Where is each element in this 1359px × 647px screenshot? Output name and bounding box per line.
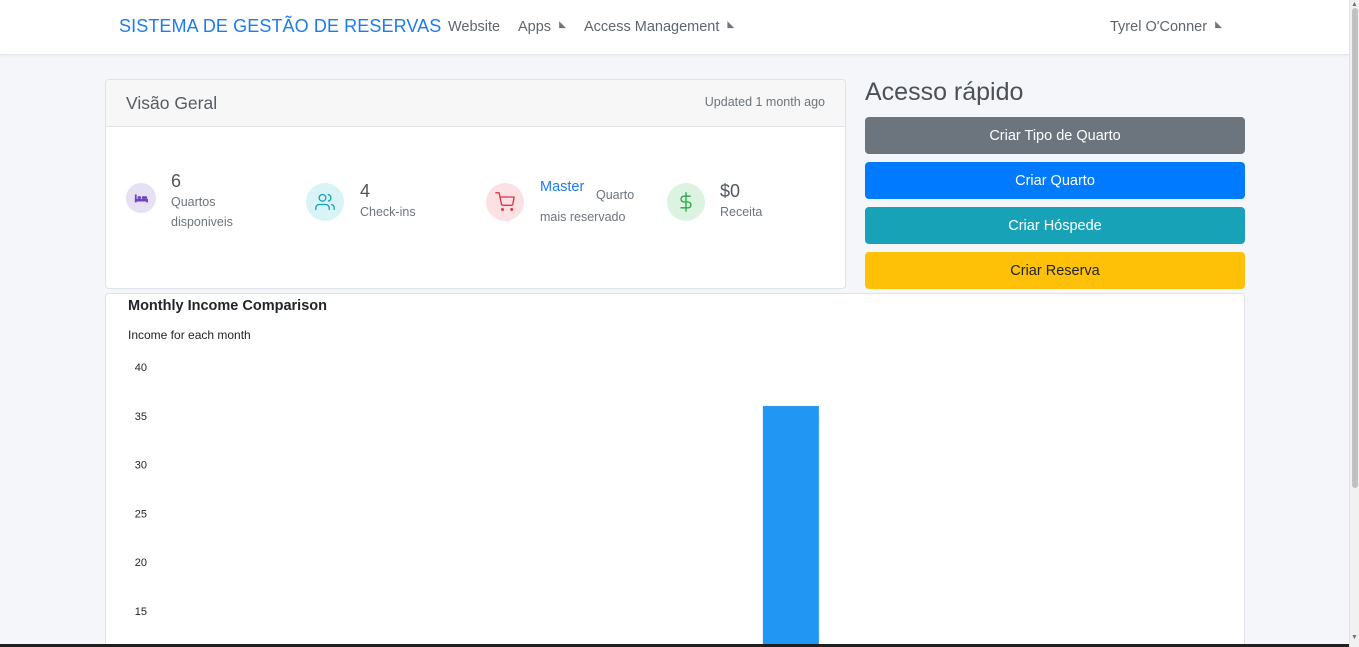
dropdown-caret-icon: ◣: [1215, 19, 1222, 29]
y-tick-label: 30: [135, 460, 147, 472]
income-bar[interactable]: [762, 406, 819, 647]
users-icon: [306, 183, 344, 221]
overview-card-header: Visão Geral Updated 1 month ago: [106, 80, 845, 127]
stat-revenue-label: Receita: [720, 205, 763, 219]
create-reservation-button[interactable]: Criar Reserva: [865, 252, 1245, 289]
stat-most-booked-label: mais reservado: [540, 210, 626, 224]
overview-updated-text: Updated 1 month ago: [704, 95, 825, 109]
y-tick-label: 35: [135, 411, 147, 423]
scrollbar-thumb[interactable]: [1352, 8, 1358, 488]
scroll-down-arrow-icon[interactable]: ▼: [1351, 634, 1358, 641]
quick-access-title: Acesso rápido: [865, 78, 1024, 106]
nav-link-website[interactable]: Website: [448, 19, 500, 35]
top-navbar: SISTEMA DE GESTÃO DE RESERVAS Website Ap…: [0, 0, 1349, 55]
dropdown-caret-icon: ◣: [727, 19, 735, 29]
overview-title: Visão Geral: [126, 93, 218, 113]
y-tick-label: 40: [135, 362, 147, 374]
create-room-type-button[interactable]: Criar Tipo de Quarto: [865, 117, 1245, 154]
user-menu[interactable]: Tyrel O'Conner ◣: [1110, 19, 1222, 35]
stat-revenue-value: $0: [720, 181, 741, 201]
cart-icon: [486, 183, 524, 221]
income-bar-chart: 15 20 25 30 35 40: [135, 362, 819, 647]
brand-title[interactable]: SISTEMA DE GESTÃO DE RESERVAS: [119, 16, 441, 37]
chart-title: Monthly Income Comparison: [128, 298, 327, 314]
stat-most-booked-label-inline: Quarto: [596, 188, 635, 202]
stat-checkins-label: Check-ins: [360, 205, 416, 219]
create-room-button[interactable]: Criar Quarto: [865, 162, 1245, 199]
most-booked-room-link[interactable]: Master: [540, 179, 584, 195]
stat-rooms-label: Quartos disponiveis: [171, 195, 233, 229]
stat-rooms-value: 6: [171, 171, 182, 191]
dollar-icon: [667, 183, 705, 221]
y-tick-label: 20: [135, 557, 147, 569]
y-tick-label: 15: [135, 606, 147, 618]
y-tick-label: 25: [135, 508, 147, 520]
stat-checkins-value: 4: [360, 181, 371, 201]
dropdown-caret-icon: ◣: [559, 19, 566, 29]
nav-link-access-management[interactable]: Access Management ◣: [584, 19, 734, 35]
create-guest-button[interactable]: Criar Hóspede: [865, 207, 1245, 244]
bed-icon: [126, 183, 156, 213]
scroll-up-arrow-icon[interactable]: ▲: [1351, 1, 1358, 8]
nav-link-apps[interactable]: Apps ◣: [518, 19, 566, 35]
page-scrollbar[interactable]: ▲ ▼: [1349, 0, 1359, 647]
